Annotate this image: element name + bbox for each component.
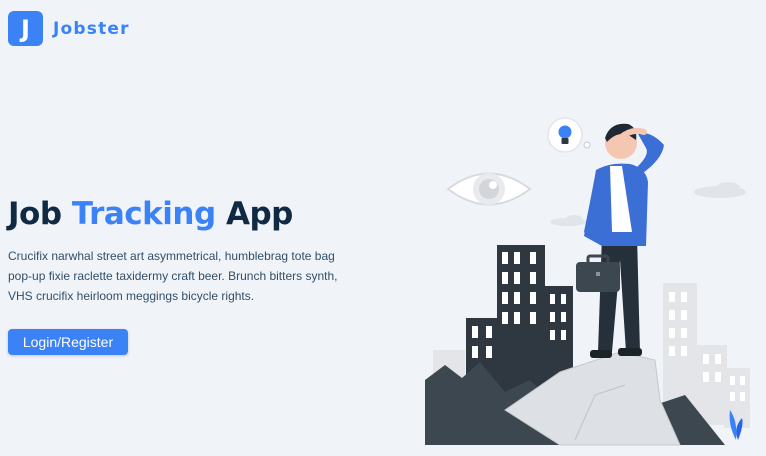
title-part-1: Job <box>8 196 62 232</box>
lightbulb-icon <box>547 117 591 153</box>
brand-name: Jobster <box>53 18 130 39</box>
hero-section: Job Tracking App Crucifix narwhal street… <box>8 196 368 306</box>
logo: J Jobster <box>8 11 130 46</box>
job-search-illustration <box>425 117 750 446</box>
page-title: Job Tracking App <box>8 196 368 232</box>
person-figure <box>576 123 664 358</box>
eye-icon <box>446 172 532 206</box>
title-accent: Tracking <box>71 196 216 232</box>
title-part-2: App <box>225 196 293 232</box>
logo-mark: J <box>8 11 43 46</box>
hero-description: Crucifix narwhal street art asymmetrical… <box>8 249 338 303</box>
login-register-button[interactable]: Login/Register <box>8 329 128 355</box>
